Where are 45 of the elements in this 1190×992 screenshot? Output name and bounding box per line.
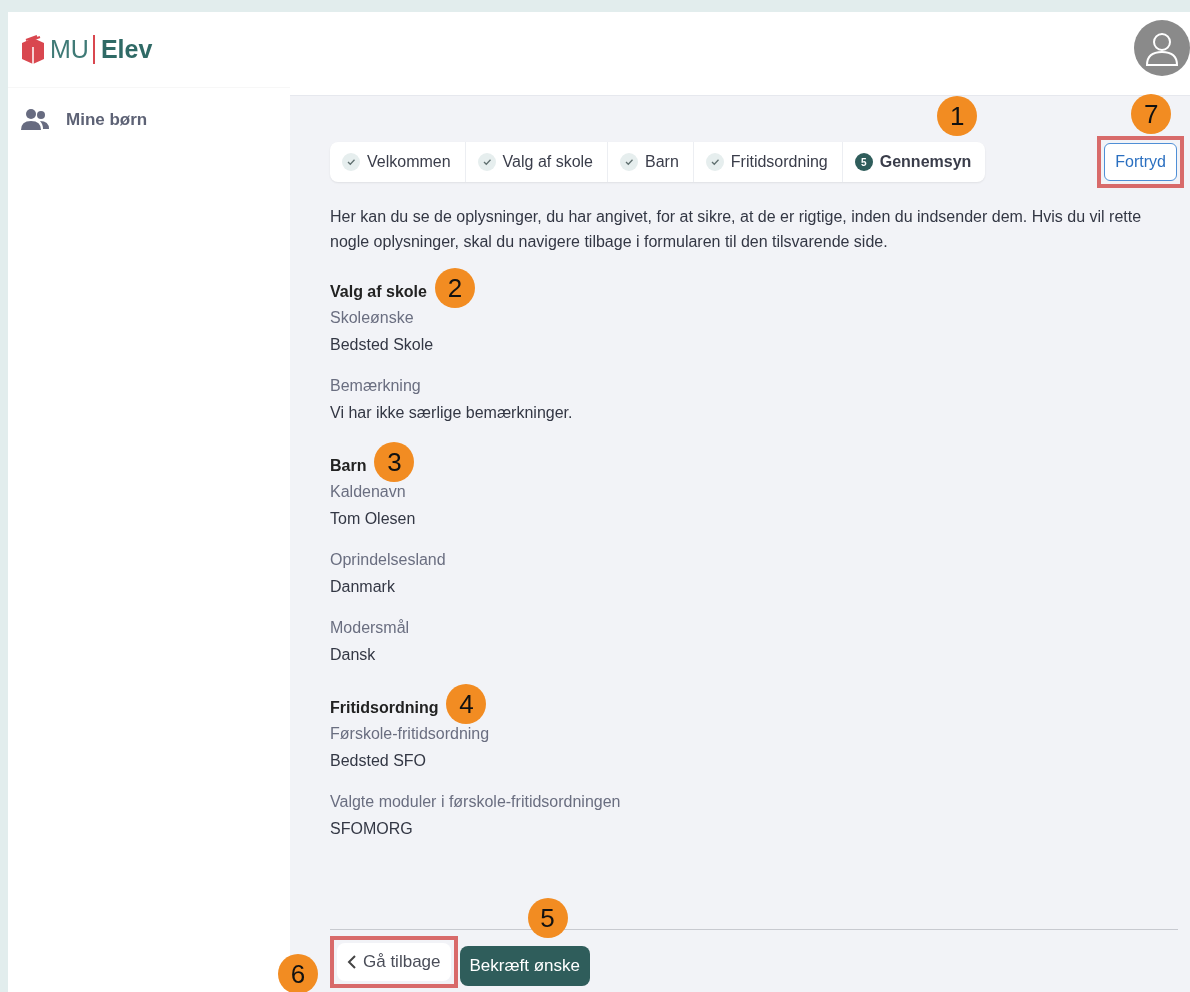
field-value: Dansk: [330, 645, 377, 665]
confirm-button[interactable]: Bekræft ønske: [459, 946, 591, 986]
field-value: Bedsted SFO: [330, 751, 428, 771]
logo-app-name: Elev: [92, 35, 153, 64]
chevron-left-icon: [347, 955, 357, 969]
field-value: Danmark: [330, 577, 396, 597]
intro-text: Her kan du se de oplysninger, du har angivet, for at sikre, at de er rigtige, inden du indsender dem. Hvis du vil rette nogle oplysninger, skal du navigere tilbage i formularen til den tilsvarende side.: [330, 207, 1143, 252]
field-value: Bedsted Skole: [330, 335, 435, 355]
field-value: Tom Olesen: [330, 509, 417, 529]
check-icon: [705, 153, 724, 171]
section-title: Fritidsordning: [330, 699, 439, 717]
field-label: Bemærkning: [330, 376, 422, 396]
field-label: Førskole-fritidsordning: [330, 724, 491, 744]
logo-icon: [20, 34, 46, 65]
callout-number: 6: [278, 954, 318, 992]
step-number: 5: [854, 153, 873, 171]
back-button[interactable]: Gå tilbage: [337, 943, 451, 981]
callout-number: 2: [434, 268, 475, 308]
callout-number: 1: [937, 96, 978, 136]
section-title: Barn: [330, 457, 367, 475]
step-tab[interactable]: Barn: [608, 142, 694, 182]
field-label: Oprindelsesland: [330, 550, 447, 570]
check-icon: [477, 153, 496, 171]
callout-number: 7: [1131, 94, 1172, 134]
step-tab[interactable]: Velkommen: [330, 142, 466, 182]
step-tab[interactable]: Fritidsordning: [693, 142, 843, 182]
callout-number: 5: [527, 898, 568, 938]
check-icon: [342, 153, 360, 171]
section-title: Valg af skole: [330, 283, 427, 301]
nav-item[interactable]: Mine børn: [8, 88, 290, 152]
step-tab[interactable]: 5 Gennemsyn: [842, 142, 986, 182]
people-icon: [20, 108, 50, 132]
check-icon: [620, 153, 638, 171]
callout-number: 4: [446, 684, 487, 724]
logo-text: MU: [50, 35, 89, 64]
field-value: SFOMORG: [330, 819, 414, 839]
user-avatar[interactable]: [1134, 20, 1190, 76]
field-label: Kaldenavn: [330, 482, 407, 502]
step-tab[interactable]: Valg af skole: [465, 142, 608, 182]
callout-number: 3: [374, 442, 415, 482]
cancel-button[interactable]: Fortryd: [1104, 143, 1177, 181]
field-value: Vi har ikke særlige bemærkninger.: [330, 403, 574, 423]
field-label: Modersmål: [330, 618, 411, 638]
field-label: Valgte moduler i førskole-fritidsordningen: [330, 792, 622, 812]
field-label: Skoleønske: [330, 308, 415, 328]
